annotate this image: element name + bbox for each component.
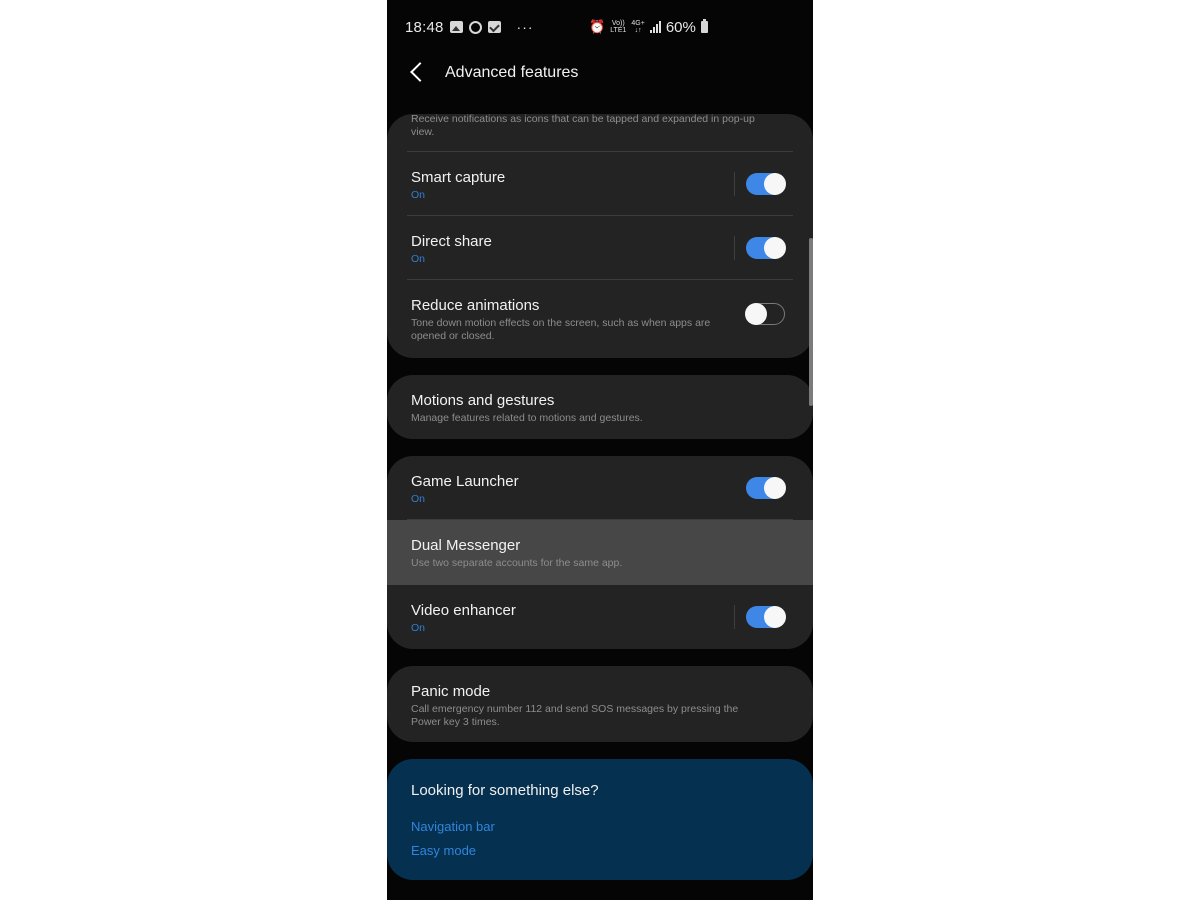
item-label: Direct share — [411, 233, 492, 250]
settings-card-3: Game Launcher On Dual Messenger Use two … — [387, 456, 813, 649]
item-label: Video enhancer — [411, 602, 516, 619]
list-item-direct-share[interactable]: Direct share On — [387, 216, 813, 280]
item-status: On — [411, 253, 426, 265]
net-bottom: ↓↑ — [634, 27, 642, 34]
status-time: 18:48 — [405, 18, 444, 36]
list-item-dual-messenger[interactable]: Dual Messenger Use two separate accounts… — [387, 520, 813, 585]
toggle-knob — [764, 237, 786, 259]
item-description: Call emergency number 112 and send SOS m… — [411, 703, 739, 728]
toggle-knob — [764, 173, 786, 195]
toggle-knob — [764, 606, 786, 628]
item-description: Use two separate accounts for the same a… — [411, 557, 623, 569]
gallery-icon — [449, 21, 463, 33]
item-label: Motions and gestures — [411, 392, 555, 409]
item-status: On — [411, 189, 426, 201]
battery-icon — [700, 19, 708, 33]
item-description: Receive notifications as icons that can … — [411, 114, 755, 138]
item-label: Dual Messenger — [411, 537, 521, 554]
toggle-knob — [764, 477, 786, 499]
status-right: ⏰ Vo)) LTE1 4G+ ↓↑ 60% — [589, 19, 708, 36]
status-left: 18:48 ··· — [405, 19, 534, 36]
settings-card-1: Receive notifications as icons that can … — [387, 114, 813, 358]
item-label: Smart capture — [411, 169, 506, 186]
list-item-motions-gestures[interactable]: Motions and gestures Manage features rel… — [387, 375, 813, 439]
suggestions-title: Looking for something else? — [411, 782, 599, 799]
game-launcher-toggle[interactable] — [746, 477, 786, 499]
item-label: Game Launcher — [411, 473, 519, 490]
easy-mode-link[interactable]: Easy mode — [411, 843, 476, 858]
item-status: On — [411, 622, 426, 634]
list-item-floating-notifications[interactable]: Receive notifications as icons that can … — [387, 114, 813, 152]
net-top: 4G+ — [631, 20, 645, 27]
list-item-game-launcher[interactable]: Game Launcher On — [387, 456, 813, 520]
list-item-video-enhancer[interactable]: Video enhancer On — [387, 585, 813, 649]
navigation-bar-link[interactable]: Navigation bar — [411, 819, 495, 834]
list-item-smart-capture[interactable]: Smart capture On — [387, 152, 813, 216]
video-enhancer-toggle[interactable] — [746, 606, 786, 628]
direct-share-toggle[interactable] — [746, 237, 786, 259]
signal-icon — [649, 21, 661, 33]
scrollbar[interactable] — [809, 238, 813, 406]
settings-card-4: Panic mode Call emergency number 112 and… — [387, 666, 813, 742]
battery-percent: 60% — [665, 18, 696, 36]
toggle-knob — [745, 302, 767, 325]
back-arrow-icon[interactable] — [410, 62, 430, 82]
reduce-animations-toggle[interactable] — [745, 302, 785, 325]
item-label: Reduce animations — [411, 297, 540, 314]
item-description: Manage features related to motions and g… — [411, 412, 643, 424]
settings-card-2: Motions and gestures Manage features rel… — [387, 375, 813, 439]
item-status: On — [411, 493, 426, 505]
status-bar: 18:48 ··· ⏰ Vo)) LTE1 4G+ ↓↑ 60% — [387, 14, 813, 40]
suggestions-card: Looking for something else? Navigation b… — [387, 759, 813, 880]
more-notifications-icon: ··· — [516, 19, 534, 35]
volte-indicator: Vo)) LTE1 — [610, 20, 626, 34]
item-label: Panic mode — [411, 683, 491, 700]
network-type-indicator: 4G+ ↓↑ — [631, 20, 644, 34]
app-header: Advanced features — [387, 56, 813, 90]
phone-screen: 18:48 ··· ⏰ Vo)) LTE1 4G+ ↓↑ 60% Advance — [387, 0, 813, 900]
vertical-separator — [734, 605, 735, 629]
smart-capture-toggle[interactable] — [746, 173, 786, 195]
vertical-separator — [734, 236, 735, 260]
list-item-panic-mode[interactable]: Panic mode Call emergency number 112 and… — [387, 666, 813, 742]
email-icon — [487, 21, 501, 33]
volte-bottom: LTE1 — [610, 27, 627, 34]
whatsapp-icon — [468, 20, 482, 34]
list-item-reduce-animations[interactable]: Reduce animations Tone down motion effec… — [387, 280, 813, 357]
vertical-separator — [734, 172, 735, 196]
item-description: Tone down motion effects on the screen, … — [411, 317, 711, 342]
volte-top: Vo)) — [611, 20, 625, 27]
alarm-icon: ⏰ — [589, 19, 606, 34]
page-title: Advanced features — [445, 64, 579, 81]
